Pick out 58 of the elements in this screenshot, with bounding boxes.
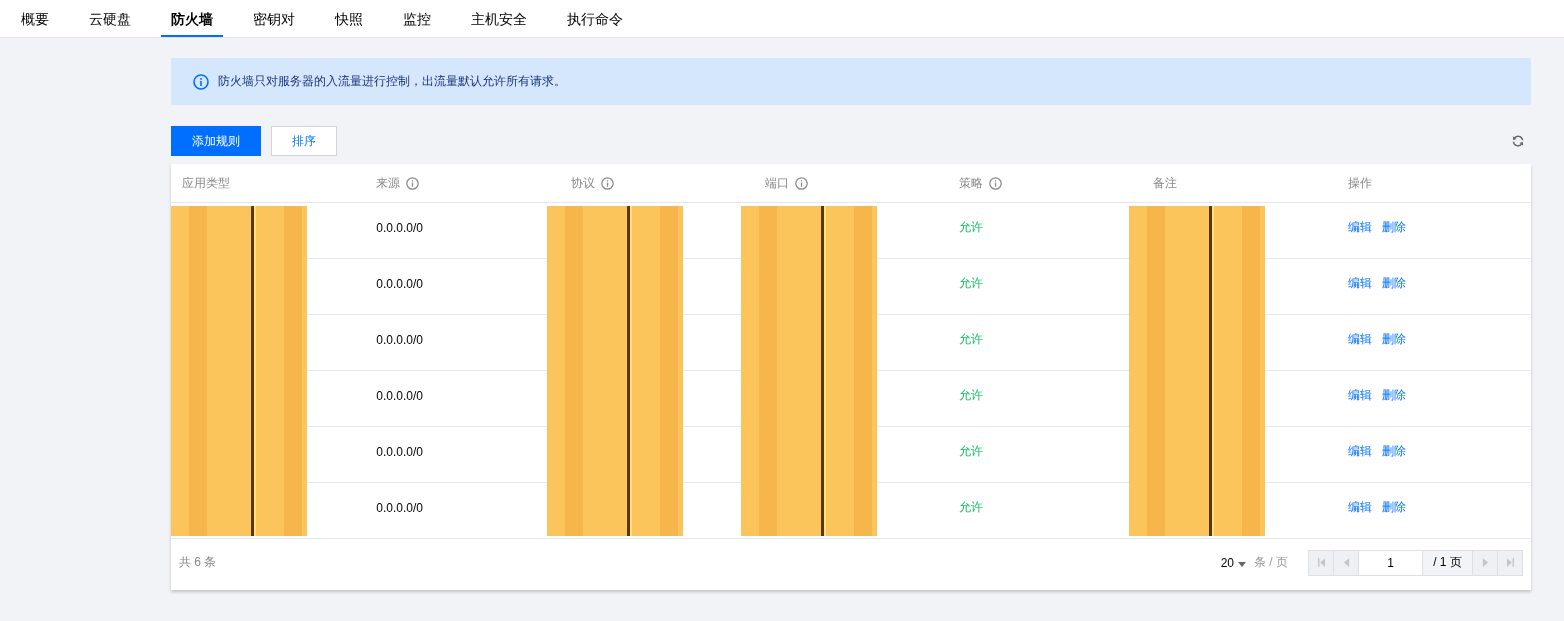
next-icon	[1481, 558, 1489, 567]
tab[interactable]: 执行命令	[557, 0, 633, 37]
caret-icon	[1238, 562, 1246, 567]
tab[interactable]: 概要	[11, 0, 59, 37]
table-cell: 0.0.0.0/0	[376, 388, 423, 403]
table-cell: 允许	[959, 443, 984, 460]
action-link[interactable]: 编辑	[1347, 331, 1372, 348]
page-input[interactable]: 1	[1358, 549, 1423, 576]
table-cell: 0.0.0.0/0	[376, 332, 423, 347]
refresh-icon[interactable]	[1511, 134, 1525, 148]
previous-icon	[1342, 558, 1350, 567]
column-header: 端口	[764, 174, 789, 192]
info-icon[interactable]	[406, 176, 420, 190]
table-cell: 0.0.0.0/0	[376, 500, 423, 515]
tab[interactable]: 快照	[325, 0, 373, 37]
last-page-icon	[1506, 558, 1514, 567]
table-cell: 允许	[959, 331, 984, 348]
info-text: 防火墙只对服务器的入流量进行控制，出流量默认允许所有请求。	[218, 73, 566, 90]
action-link[interactable]: 删除	[1381, 443, 1406, 460]
action-link[interactable]: 编辑	[1347, 443, 1372, 460]
action-link[interactable]: 删除	[1381, 219, 1406, 236]
action-link[interactable]: 编辑	[1347, 275, 1372, 292]
page-size-select[interactable]: 20	[1220, 555, 1246, 570]
tab[interactable]: 密钥对	[243, 0, 305, 37]
page-total: / 1 页	[1422, 549, 1473, 576]
action-link[interactable]: 删除	[1381, 387, 1406, 404]
action-link[interactable]: 删除	[1381, 275, 1406, 292]
page-size-label: 条 / 页	[1254, 554, 1288, 571]
action-link[interactable]: 编辑	[1347, 499, 1372, 516]
action-link[interactable]: 删除	[1381, 331, 1406, 348]
column-header: 操作	[1347, 174, 1372, 192]
tab[interactable]: 监控	[393, 0, 441, 37]
table-cell: 0.0.0.0/0	[376, 220, 423, 235]
table-cell: 允许	[959, 275, 984, 292]
action-link[interactable]: 删除	[1381, 499, 1406, 516]
table-cell: 允许	[959, 387, 984, 404]
table-cell: 0.0.0.0/0	[376, 276, 423, 291]
action-link[interactable]: 编辑	[1347, 219, 1372, 236]
column-header: 应用类型	[182, 174, 230, 192]
table-cell: 允许	[959, 499, 984, 516]
table-cell: 0.0.0.0/0	[376, 444, 423, 459]
toolbar-button[interactable]: 添加规则	[171, 126, 261, 156]
tab[interactable]: 防火墙	[161, 0, 223, 37]
column-header: 协议	[570, 174, 595, 192]
action-link[interactable]: 编辑	[1347, 387, 1372, 404]
tab[interactable]: 主机安全	[461, 0, 537, 37]
column-header: 来源	[376, 174, 401, 192]
column-header: 策略	[959, 174, 984, 192]
tab[interactable]: 云硬盘	[79, 0, 141, 37]
info-icon[interactable]	[989, 176, 1003, 190]
toolbar-button[interactable]: 排序	[271, 126, 337, 156]
info-icon	[193, 73, 209, 90]
info-icon[interactable]	[794, 176, 808, 190]
total-count: 共 6 条	[179, 554, 217, 571]
table-cell: 允许	[959, 219, 984, 236]
first-page-icon	[1317, 558, 1325, 567]
info-icon[interactable]	[600, 176, 614, 190]
column-header: 备注	[1153, 174, 1178, 192]
